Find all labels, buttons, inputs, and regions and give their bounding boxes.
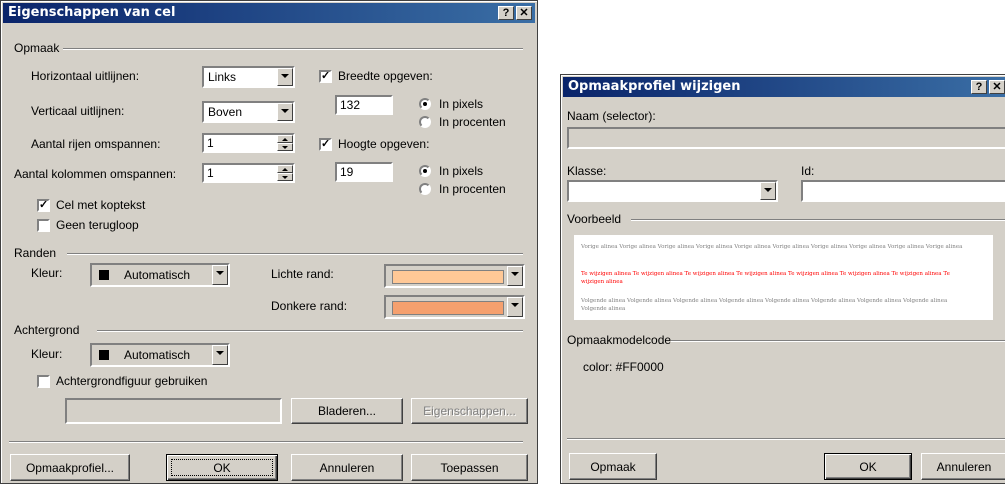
preview-current-text: Te wijzigen alinea Te wijzigen alinea Te…	[581, 271, 950, 285]
preview-area: Vorige alinea Vorige alinea Vorige aline…	[574, 235, 993, 320]
nowrap-label: Geen terugloop	[56, 218, 139, 232]
dark-border-swatch	[392, 301, 504, 315]
cancel-button[interactable]: Annuleren	[921, 453, 1005, 480]
cell-properties-dialog: Eigenschappen van cel ? ✕ Opmaak Horizon…	[0, 0, 538, 484]
height-input[interactable]: 19	[335, 162, 393, 182]
close-button[interactable]: ✕	[516, 6, 532, 20]
section-background-divider	[97, 330, 523, 332]
code-divider	[671, 340, 1005, 342]
header-cell-checkbox[interactable]: ✓	[37, 199, 50, 212]
section-background-label: Achtergrond	[14, 323, 80, 337]
colspan-label: Aantal kolommen omspannen:	[14, 167, 177, 181]
image-properties-button[interactable]: Eigenschappen...	[411, 398, 528, 424]
height-check-label: Hoogte opgeven:	[338, 137, 430, 151]
name-label: Naam (selector):	[567, 109, 656, 123]
section-layout-label: Opmaak	[14, 41, 60, 55]
ok-button[interactable]: OK	[824, 453, 912, 480]
bg-color-label: Kleur:	[31, 347, 63, 361]
class-label: Klasse:	[567, 164, 607, 178]
h-align-label: Horizontaal uitlijnen:	[31, 69, 140, 83]
chevron-down-icon[interactable]	[507, 297, 523, 317]
width-input[interactable]: 132	[335, 95, 393, 115]
spin-down-icon	[277, 143, 293, 151]
apply-button[interactable]: Toepassen	[411, 454, 528, 481]
chevron-down-icon[interactable]	[212, 345, 228, 365]
browse-button[interactable]: Bladeren...	[291, 398, 403, 424]
section-borders-divider	[67, 253, 523, 255]
style-button[interactable]: Opmaakprofiel...	[10, 454, 130, 481]
light-border-label: Lichte rand:	[271, 267, 334, 281]
width-percent-radio[interactable]	[419, 116, 431, 128]
edit-style-dialog: Opmaakprofiel wijzigen ? ✕ Naam (selecto…	[560, 74, 1005, 484]
spin-up-icon	[277, 135, 293, 143]
help-button[interactable]: ?	[971, 80, 987, 94]
border-color-label: Kleur:	[31, 266, 63, 280]
id-label: Id:	[801, 164, 815, 178]
light-border-select[interactable]	[384, 264, 525, 288]
chevron-down-icon[interactable]	[760, 182, 776, 200]
width-percent-label: In procenten	[439, 115, 506, 129]
footer-divider	[9, 441, 523, 443]
width-pixels-label: In pixels	[439, 97, 484, 111]
height-percent-radio[interactable]	[419, 183, 431, 195]
v-align-select[interactable]: Boven	[202, 101, 295, 123]
bg-image-path-input[interactable]	[65, 398, 282, 424]
chevron-down-icon[interactable]	[507, 266, 523, 286]
chevron-down-icon[interactable]	[212, 265, 228, 285]
dialog-title: Opmaakprofiel wijzigen	[568, 79, 741, 94]
title-bar[interactable]: Opmaakprofiel wijzigen ? ✕	[563, 77, 1005, 97]
section-layout-divider	[63, 48, 523, 50]
height-percent-label: In procenten	[439, 182, 506, 196]
width-checkbox[interactable]: ✓	[319, 70, 332, 83]
light-border-swatch	[392, 270, 504, 284]
help-button[interactable]: ?	[498, 6, 514, 20]
preview-divider	[631, 219, 1005, 221]
rowspan-stepper[interactable]: 1	[202, 133, 295, 153]
header-cell-label: Cel met koptekst	[56, 198, 146, 212]
width-pixels-radio[interactable]	[419, 98, 431, 110]
close-button[interactable]: ✕	[989, 80, 1005, 94]
v-align-label: Verticaal uitlijnen:	[31, 104, 125, 118]
dark-border-select[interactable]	[384, 295, 525, 319]
bg-color-select[interactable]: Automatisch	[90, 343, 230, 367]
color-swatch	[99, 350, 109, 360]
close-icon: ✕	[519, 7, 529, 19]
height-checkbox[interactable]: ✓	[319, 138, 332, 151]
chevron-down-icon[interactable]	[277, 68, 293, 86]
bg-image-label: Achtergrondfiguur gebruiken	[56, 374, 208, 388]
ok-button[interactable]: OK	[166, 454, 278, 481]
title-bar[interactable]: Eigenschappen van cel ? ✕	[3, 3, 535, 23]
nowrap-checkbox[interactable]	[37, 219, 50, 232]
section-borders-label: Randen	[14, 246, 57, 260]
h-align-select[interactable]: Links	[202, 66, 295, 88]
code-label: Opmaakmodelcode	[567, 333, 672, 347]
dialog-title: Eigenschappen van cel	[8, 5, 176, 20]
height-pixels-radio[interactable]	[419, 165, 431, 177]
name-input[interactable]	[567, 127, 1005, 149]
preview-before-text: Vorige alinea Vorige alinea Vorige aline…	[581, 244, 963, 250]
cancel-button[interactable]: Annuleren	[291, 454, 403, 481]
format-button[interactable]: Opmaak	[569, 453, 657, 480]
footer-divider	[567, 438, 1005, 440]
close-icon: ✕	[992, 81, 1002, 93]
preview-after-text: Volgende alinea Volgende alinea Volgende…	[581, 298, 948, 312]
dark-border-label: Donkere rand:	[271, 299, 348, 313]
spin-up-icon	[277, 165, 293, 173]
class-select[interactable]	[567, 180, 778, 202]
preview-label: Voorbeeld	[567, 212, 622, 226]
border-color-select[interactable]: Automatisch	[90, 263, 230, 287]
spin-down-icon	[277, 173, 293, 181]
style-code: color: #FF0000	[583, 360, 664, 374]
chevron-down-icon[interactable]	[277, 103, 293, 121]
id-input[interactable]	[801, 180, 1005, 202]
colspan-stepper[interactable]: 1	[202, 163, 295, 183]
color-swatch	[99, 270, 109, 280]
rowspan-label: Aantal rijen omspannen:	[31, 137, 161, 151]
width-check-label: Breedte opgeven:	[338, 69, 433, 83]
height-pixels-label: In pixels	[439, 164, 484, 178]
bg-image-checkbox[interactable]	[37, 375, 50, 388]
